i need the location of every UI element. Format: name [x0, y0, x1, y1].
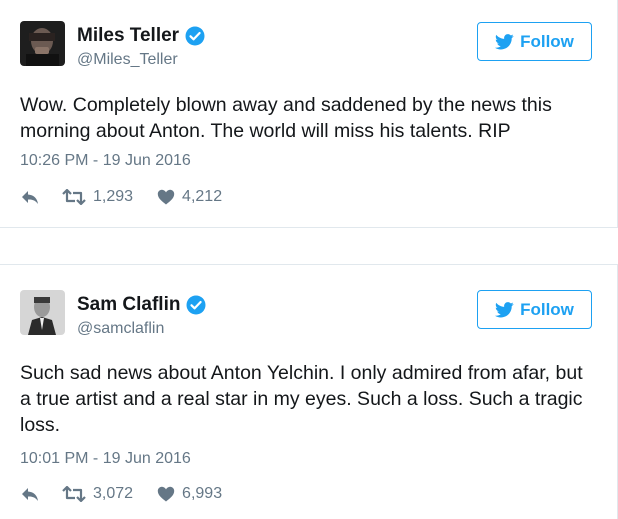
reply-icon: [20, 189, 40, 205]
follow-button[interactable]: Follow: [477, 22, 592, 61]
like-button[interactable]: 4,212: [157, 188, 222, 206]
retweet-count: 1,293: [93, 188, 134, 205]
user-handle[interactable]: @samclaflin: [77, 320, 164, 338]
tweet-text: Wow. Completely blown away and saddened …: [20, 94, 552, 142]
follow-button-label: Follow: [520, 299, 574, 319]
tweet-timestamp[interactable]: 10:01 PM - 19 Jun 2016: [20, 450, 191, 468]
reply-icon: [20, 486, 40, 502]
heart-icon: [157, 486, 175, 502]
tweet-actions: 3,072 6,993: [20, 485, 222, 503]
heart-icon: [157, 189, 175, 205]
tweet-actions: 1,293 4,212: [20, 188, 222, 206]
retweet-button[interactable]: 3,072: [62, 485, 133, 503]
display-name[interactable]: Sam Claflin: [77, 294, 206, 316]
retweet-count: 3,072: [93, 485, 134, 502]
tweet-text: Such sad news about Anton Yelchin. I onl…: [20, 362, 583, 436]
twitter-bird-icon: [495, 301, 514, 318]
display-name[interactable]: Miles Teller: [77, 25, 205, 47]
retweet-button[interactable]: 1,293: [62, 188, 133, 206]
follow-button-label: Follow: [520, 31, 574, 51]
twitter-bird-icon: [495, 33, 514, 50]
avatar[interactable]: [20, 290, 65, 335]
tweet-timestamp[interactable]: 10:26 PM - 19 Jun 2016: [20, 152, 191, 170]
like-count: 6,993: [182, 485, 223, 502]
follow-button[interactable]: Follow: [477, 290, 592, 329]
verified-badge-icon: [185, 26, 205, 46]
avatar[interactable]: [20, 21, 65, 66]
verified-badge-icon: [186, 295, 206, 315]
user-handle[interactable]: @Miles_Teller: [77, 51, 178, 69]
display-name-text: Sam Claflin: [77, 294, 181, 315]
reply-button[interactable]: [20, 189, 40, 205]
retweet-icon: [62, 486, 86, 502]
display-name-text: Miles Teller: [77, 25, 180, 46]
reply-button[interactable]: [20, 486, 40, 502]
tweet-card: Sam Claflin @samclaflin Follow Such sad …: [0, 264, 618, 519]
tweet-card: Miles Teller @Miles_Teller Follow Wow. C…: [0, 0, 618, 228]
like-button[interactable]: 6,993: [157, 485, 222, 503]
retweet-icon: [62, 189, 86, 205]
like-count: 4,212: [182, 188, 223, 205]
